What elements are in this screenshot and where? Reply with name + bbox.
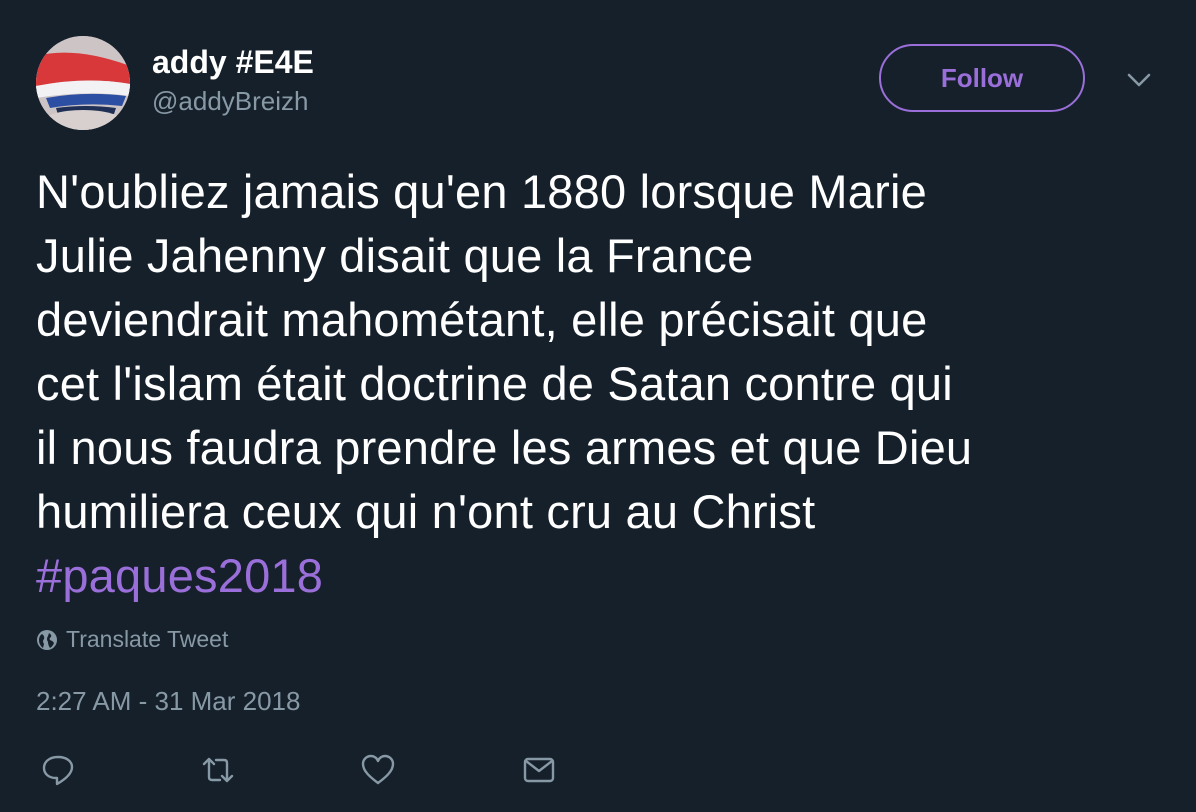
follow-button[interactable]: Follow [879,44,1085,112]
avatar[interactable] [36,36,130,130]
like-icon[interactable] [360,752,396,788]
tweet-timestamp[interactable]: 2:27 AM - 31 Mar 2018 [36,686,300,717]
user-handle[interactable]: @addyBreizh [152,86,308,116]
tweet-text-line: deviendrait mahométant, elle précisait q… [36,293,928,346]
tweet-card: addy #E4E @addyBreizh Follow N'oubliez j… [0,0,1196,812]
tweet-text-line: N'oubliez jamais qu'en 1880 lorsque Mari… [36,165,927,218]
display-name[interactable]: addy #E4E [152,44,314,80]
message-icon[interactable] [521,752,557,788]
hashtag-link[interactable]: #paques2018 [36,544,1146,608]
tweet-text-line: cet l'islam était doctrine de Satan cont… [36,357,953,410]
translate-tweet-link[interactable]: Translate Tweet [36,626,228,653]
tweet-text-line: humiliera ceux qui n'ont cru au Christ [36,485,816,538]
translate-tweet-label: Translate Tweet [66,626,229,652]
avatar-image [36,36,130,130]
chevron-down-icon[interactable] [1124,68,1154,92]
tweet-text: N'oubliez jamais qu'en 1880 lorsque Mari… [36,160,1146,608]
reply-icon[interactable] [40,752,76,788]
tweet-text-line: il nous faudra prendre les armes et que … [36,421,973,474]
retweet-icon[interactable] [200,752,236,788]
tweet-text-line: Julie Jahenny disait que la France [36,229,754,282]
globe-icon [37,629,57,650]
